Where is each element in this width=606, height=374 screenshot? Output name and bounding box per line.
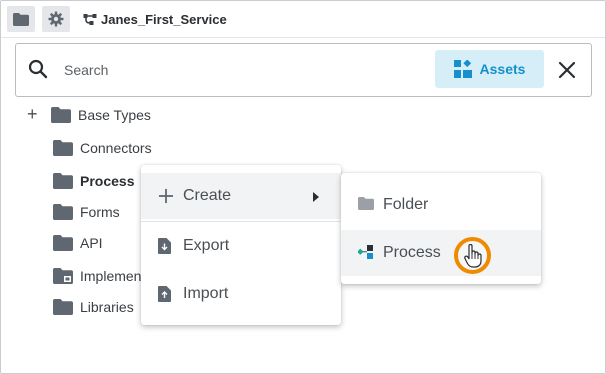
service-icon [83, 13, 97, 25]
search-icon [28, 59, 48, 79]
folder-icon [53, 299, 73, 315]
export-file-icon [158, 238, 171, 254]
import-file-icon [158, 286, 171, 302]
tree-item-label: Forms [80, 204, 120, 220]
menu-item-label: Import [183, 285, 229, 302]
settings-tab-button[interactable] [42, 6, 70, 32]
create-submenu: Folder Process [341, 173, 541, 284]
menu-item-import[interactable]: Import [141, 271, 341, 317]
submenu-item-process[interactable]: Process [341, 230, 541, 276]
window: Janes_First_Service Assets + Base Types [0, 0, 606, 374]
gear-icon [48, 11, 64, 27]
submenu-item-label: Folder [383, 196, 429, 213]
close-icon[interactable] [557, 60, 577, 80]
folder-icon [53, 140, 73, 156]
assets-button[interactable]: Assets [435, 50, 544, 88]
tree-item-forms[interactable]: Forms [53, 202, 120, 222]
folder-icon [53, 235, 73, 251]
search-input[interactable] [62, 58, 366, 82]
expand-plus-icon[interactable]: + [27, 105, 38, 123]
folder-icon [53, 204, 73, 220]
menu-item-create[interactable]: Create [141, 173, 341, 219]
tree-item-label: Base Types [78, 107, 151, 123]
menu-divider [141, 221, 341, 222]
menu-item-label: Create [183, 187, 232, 204]
tree-item-base-types[interactable]: Base Types [51, 105, 151, 125]
tree-item-connectors[interactable]: Connectors [53, 138, 152, 158]
plus-icon [159, 189, 173, 203]
context-menu: Create Export Import [141, 165, 341, 325]
folder-icon [358, 197, 374, 210]
assets-label: Assets [479, 61, 526, 77]
tree-item-libraries[interactable]: Libraries [53, 297, 134, 317]
folder-icon [13, 12, 29, 26]
tree-item-label: Connectors [80, 140, 152, 156]
search-bar: Assets [15, 43, 592, 97]
assets-icon [453, 60, 472, 78]
submenu-item-label: Process [383, 244, 441, 261]
process-icon [358, 245, 373, 259]
tree-item-label: Libraries [80, 299, 134, 315]
menu-item-label: Export [183, 237, 230, 254]
tree-item-process[interactable]: Process [53, 171, 134, 191]
folder-tab-button[interactable] [7, 6, 35, 32]
service-name: Janes_First_Service [101, 11, 227, 27]
submenu-item-folder[interactable]: Folder [341, 182, 541, 228]
folder-icon [53, 173, 73, 189]
top-bar: Janes_First_Service [1, 1, 605, 38]
tree-item-label: Process [80, 173, 135, 189]
tree-item-label: API [80, 235, 103, 251]
chevron-right-icon [313, 192, 319, 202]
menu-item-export[interactable]: Export [141, 223, 341, 269]
folder-icon [51, 107, 71, 123]
hand-cursor-icon [464, 244, 482, 268]
service-tab[interactable]: Janes_First_Service [83, 10, 227, 28]
folder-code-icon [53, 268, 73, 284]
tree-item-api[interactable]: API [53, 233, 103, 253]
